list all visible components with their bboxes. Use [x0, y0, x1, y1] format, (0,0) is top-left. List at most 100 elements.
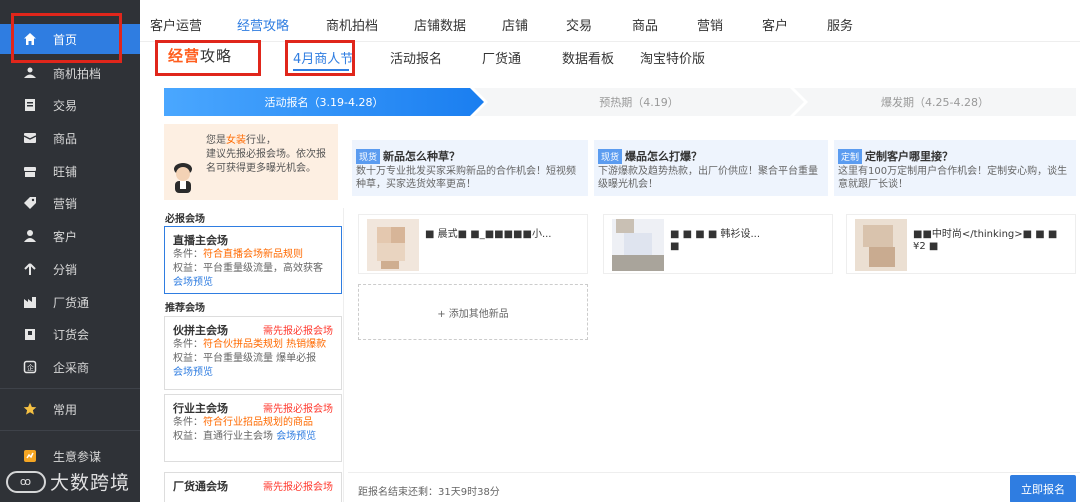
- logo-main-text: 经营: [168, 47, 201, 65]
- venue-rights: 平台重量级流量 爆单必报: [203, 353, 317, 364]
- watermark-text: 大数跨境: [50, 472, 131, 494]
- top-nav-item-product[interactable]: 商品: [632, 15, 658, 34]
- sidebar-item-home[interactable]: 首页: [0, 24, 140, 54]
- sidebar-item-label: 厂货通: [53, 295, 90, 310]
- top-nav-item-partner[interactable]: 商机拍档: [326, 15, 378, 34]
- product-price: ■: [670, 241, 680, 252]
- sidebar-item-marketing[interactable]: 营销: [0, 188, 140, 218]
- signup-now-button[interactable]: 立即报名: [1010, 475, 1076, 502]
- venue-cond-label: 条件：: [173, 339, 203, 350]
- sidebar-item-factory[interactable]: 厂货通: [0, 287, 140, 317]
- enterprise-icon: 企: [23, 360, 37, 374]
- stage-warmup: 预热期（4.19）: [474, 88, 804, 116]
- add-product-button[interactable]: + 添加其他新品: [358, 284, 588, 340]
- app-root: 首页 商机拍档 交易 商品 旺铺 营销 客户 分销 厂货通 订货会 企 企采商 …: [0, 0, 1080, 502]
- venue-preview-link[interactable]: 会场预览: [173, 277, 213, 288]
- partner-icon: [23, 66, 37, 80]
- top-nav-item-service[interactable]: 服务: [827, 15, 853, 34]
- sidebar-item-trade[interactable]: 交易: [0, 90, 140, 120]
- watermark: ꝏ 大数跨境: [6, 468, 130, 495]
- venue-card-live[interactable]: 直播主会场 条件：符合直播会场新品规则 权益：平台重量级流量，高效获客 会场预览: [164, 226, 342, 294]
- distribution-icon: [23, 262, 37, 276]
- venue-title: 行业主会场: [173, 402, 228, 415]
- sidebar-item-store[interactable]: 旺铺: [0, 156, 140, 186]
- product-card[interactable]: ■■中时尚</thinking>■ ■ ■ ¥2 ■: [846, 214, 1076, 274]
- sidebar-item-order-fair[interactable]: 订货会: [0, 319, 140, 349]
- product-thumbnail: [612, 219, 664, 271]
- sub-nav: 经营攻略 4月商人节 活动报名 厂货通 数据看板 淘宝特价版: [140, 42, 1080, 74]
- info-tag: 现货: [598, 149, 623, 164]
- sidebar-item-enterprise[interactable]: 企 企采商: [0, 352, 140, 382]
- watermark-logo-icon: ꝏ: [6, 470, 46, 493]
- top-nav: 客户运营 经营攻略 商机拍档 店铺数据 店铺 交易 商品 营销 客户 服务: [140, 0, 1080, 42]
- sidebar-item-label: 客户: [53, 229, 78, 244]
- top-nav-item-store-data[interactable]: 店铺数据: [414, 15, 466, 34]
- sidebar-item-favorites[interactable]: 常用: [0, 394, 140, 424]
- top-nav-item-store[interactable]: 店铺: [502, 15, 528, 34]
- venue-right-label: 权益：: [173, 263, 203, 274]
- bottom-action-bar: 距报名结束还剩：31天9时38分 立即报名: [348, 472, 1080, 502]
- star-icon: [23, 402, 37, 416]
- info-desc: 下游爆款及趋势热款，出厂价供应！聚合平台重量级曝光机会！: [598, 166, 818, 190]
- tab-factory-goods[interactable]: 厂货通: [482, 48, 521, 67]
- sidebar-item-distribution[interactable]: 分销: [0, 254, 140, 284]
- venue-title: 厂货通会场: [173, 480, 228, 493]
- venue-card-industry[interactable]: 行业主会场 需先报必报会场 条件：符合行业招品规划的商品 权益：直通行业主会场 会…: [164, 394, 342, 462]
- info-tag: 现货: [356, 149, 381, 164]
- tip-advice: 建议先报必报会场。依次报名可获得更多曝光机会。: [206, 149, 326, 174]
- info-card-new-product[interactable]: 现货 新品怎么种草？ 数十万专业批发买家采购新品的合作机会！短视频种草，买家选货效…: [352, 140, 588, 196]
- product-title: ■ ■ ■ ■ 韩衫设...: [670, 229, 761, 240]
- top-nav-item-trade[interactable]: 交易: [566, 15, 592, 34]
- tip-text-suffix: 行业，: [246, 135, 276, 146]
- tab-taobao-special[interactable]: 淘宝特价版: [640, 48, 705, 67]
- top-nav-item-strategy[interactable]: 经营攻略: [237, 15, 289, 34]
- top-nav-item-customer[interactable]: 客户: [762, 15, 788, 34]
- sidebar-item-label: 企采商: [53, 360, 90, 375]
- product-card[interactable]: ■ 晨式■ ■_■■■■■小...: [358, 214, 588, 274]
- venue-requirement-note: 需先报必报会场: [263, 482, 333, 493]
- venue-list: 必报会场 直播主会场 条件：符合直播会场新品规则 权益：平台重量级流量，高效获客…: [160, 208, 344, 502]
- tab-april-merchant-festival[interactable]: 4月商人节: [293, 48, 353, 67]
- sidebar-item-partner[interactable]: 商机拍档: [0, 58, 140, 88]
- venue-condition: 符合行业招品规划的商品: [203, 417, 313, 428]
- info-desc: 数十万专业批发买家采购新品的合作机会！短视频种草，买家选货效率更高！: [356, 166, 576, 190]
- venue-right-label: 权益：: [173, 353, 203, 364]
- info-card-custom[interactable]: 定制 定制客户哪里接？ 这里有100万定制用户合作机会！定制安心购，谈生意就跟厂长…: [834, 140, 1076, 196]
- stage-burst: 爆发期（4.25-4.28）: [794, 88, 1076, 116]
- user-icon: [23, 229, 37, 243]
- venue-cond-label: 条件：: [173, 249, 203, 260]
- sidebar-item-label: 商机拍档: [53, 66, 102, 81]
- sidebar-item-product[interactable]: 商品: [0, 123, 140, 153]
- tag-icon: [23, 196, 37, 210]
- section-required: 必报会场: [165, 214, 205, 225]
- sidebar-item-customer[interactable]: 客户: [0, 221, 140, 251]
- product-thumbnail: [855, 219, 907, 271]
- venue-right-label: 权益：: [173, 431, 203, 442]
- info-card-hot-product[interactable]: 现货 爆品怎么打爆？ 下游爆款及趋势热款，出厂价供应！聚合平台重量级曝光机会！: [594, 140, 828, 196]
- info-title: 定制客户哪里接？: [865, 150, 954, 163]
- product-card[interactable]: ■ ■ ■ ■ 韩衫设... ■: [603, 214, 833, 274]
- product-icon: [23, 131, 37, 145]
- svg-text:企: 企: [27, 363, 34, 372]
- logo-sub-text: 攻略: [200, 47, 233, 65]
- tab-event-signup[interactable]: 活动报名: [390, 48, 442, 67]
- info-title: 新品怎么种草？: [383, 150, 461, 163]
- venue-rights: 平台重量级流量，高效获客: [203, 263, 323, 274]
- venue-card-group-buy[interactable]: 伙拼主会场 需先报必报会场 条件：符合伙拼品类规划 热销爆款 权益：平台重量级流量…: [164, 316, 342, 390]
- mascot-avatar-icon: [170, 160, 196, 194]
- top-nav-item-customer-ops[interactable]: 客户运营: [150, 15, 202, 34]
- sidebar-item-label: 常用: [53, 402, 78, 417]
- order-fair-icon: [23, 327, 37, 341]
- venue-card-factory[interactable]: 厂货通会场 需先报必报会场: [164, 472, 342, 502]
- venue-preview-link[interactable]: 会场预览: [173, 367, 213, 378]
- venue-title: 直播主会场: [173, 234, 228, 247]
- event-progress: 活动报名（3.19-4.28） 预热期（4.19） 爆发期（4.25-4.28）: [164, 88, 1076, 116]
- venue-preview-link[interactable]: 会场预览: [276, 431, 316, 442]
- top-nav-item-marketing[interactable]: 营销: [697, 15, 723, 34]
- tab-data-dashboard[interactable]: 数据看板: [562, 48, 614, 67]
- venue-title: 伙拼主会场: [173, 324, 228, 337]
- sidebar-item-advisor[interactable]: 生意参谋: [0, 441, 140, 471]
- venue-cond-label: 条件：: [173, 417, 203, 428]
- sidebar-item-label: 生意参谋: [53, 449, 102, 464]
- sidebar-item-label: 商品: [53, 131, 78, 146]
